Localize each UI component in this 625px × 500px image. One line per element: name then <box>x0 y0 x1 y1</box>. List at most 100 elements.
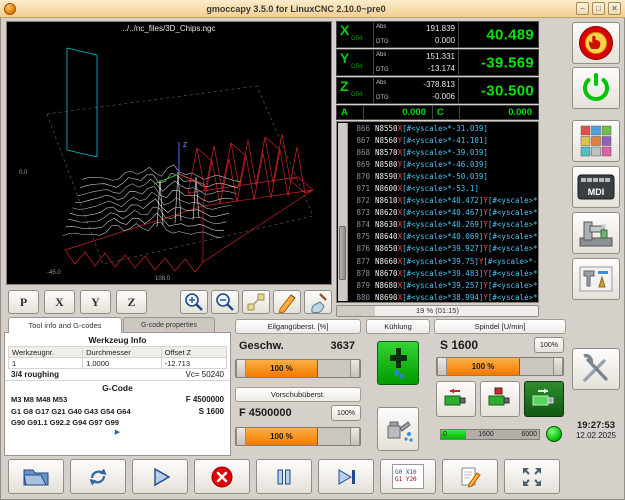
flood-coolant-button[interactable] <box>377 341 419 385</box>
spindle-stop-button[interactable] <box>480 381 520 417</box>
slider-decrease[interactable] <box>236 428 246 445</box>
view-y-button[interactable]: Y <box>80 290 111 314</box>
coolant-panel: Kühlung <box>366 317 430 457</box>
reload-file-button[interactable] <box>70 459 126 494</box>
dro-row-x[interactable]: X G54 Abs 191.839 DTG 0.000 40.489 <box>336 21 539 48</box>
tool-settings-button[interactable] <box>572 120 620 162</box>
gcode-list[interactable]: 866 N8550X[#<yscale>*-31.039] 867 N8560Y[#<… <box>336 121 539 303</box>
spindle-cw-button[interactable] <box>524 381 564 417</box>
gcode-line[interactable]: 872N8610X[#<yscale>*40.472]Y[#<yscale>*-… <box>350 195 537 207</box>
gcode-line[interactable]: 868 N8570X[#<yscale>*-39.039] <box>350 147 537 159</box>
tab-gcode-properties[interactable]: G-code properties <box>123 317 215 333</box>
pause-icon <box>277 469 291 484</box>
fullscreen-button[interactable] <box>504 459 560 494</box>
mdi-keyboard-icon: MDI <box>577 174 615 200</box>
gcode-line[interactable]: 878N8670X[#<yscale>*39.483]Y[#<yscale>*-… <box>350 268 537 280</box>
bar-max-label: 6000 <box>521 431 537 438</box>
run-program-button[interactable] <box>132 459 188 494</box>
gcode-progress: 19 % (01:15) <box>336 305 539 317</box>
dro-row-ac[interactable]: A 0.000 C 0.000 <box>336 105 539 120</box>
slider-increase[interactable] <box>350 360 360 377</box>
gcode-line[interactable]: 880N8690X[#<yscale>*38.994]Y[#<yscale>*-… <box>350 292 537 301</box>
estop-button[interactable] <box>572 22 620 64</box>
mdi-button[interactable]: MDI <box>572 166 620 208</box>
gcode-line[interactable]: 873N8620X[#<yscale>*40.467]Y[#<yscale>*-… <box>350 207 537 219</box>
view-z-button[interactable]: Z <box>116 290 147 314</box>
dro-row-z[interactable]: Z G54 Abs -378.813 DTG -0.006 -30.500 <box>336 77 539 104</box>
feed-override-slider[interactable]: 100 % <box>235 427 361 446</box>
minimize-button[interactable]: – <box>576 2 589 15</box>
spindle-cw-icon <box>532 388 554 406</box>
gcode-line[interactable]: 879N8680X[#<yscale>*39.257]Y[#<yscale>*-… <box>350 280 537 292</box>
folder-open-icon <box>23 469 49 485</box>
dro-row-y[interactable]: Y G54 Abs 151.331 DTG -13.174 -39.569 <box>336 49 539 76</box>
feed-override-reset-button[interactable]: 100% <box>331 405 361 421</box>
gcode-line[interactable]: 869 N8580Y[#<yscale>*-46.039] <box>350 159 537 171</box>
app-icon <box>4 2 16 15</box>
gcode-scrollbar[interactable] <box>338 123 348 301</box>
dtg-label: DTG <box>376 95 389 101</box>
slider-decrease[interactable] <box>437 358 447 375</box>
slider-decrease[interactable] <box>236 360 246 377</box>
axis-letter: C <box>433 106 459 119</box>
edit-program-button[interactable] <box>442 459 498 494</box>
work-boundary <box>46 85 314 265</box>
tool-info-title: Werkzeug Info <box>88 335 147 345</box>
spindle-panel: Spindel [U/min] S 1600 100% 100 % 0 1600… <box>434 317 566 457</box>
zoom-in-button[interactable] <box>180 290 208 314</box>
clock-date: 12.02.2025 <box>575 431 617 440</box>
close-button[interactable]: ✕ <box>608 2 621 15</box>
gcode-line[interactable]: 875N8640X[#<yscale>*40.069]Y[#<yscale>*-… <box>350 231 537 243</box>
active-mcodes: M3 M8 M48 M53 <box>11 395 68 404</box>
brush-icon <box>311 293 327 313</box>
clock-time: 19:27:53 <box>576 420 616 431</box>
gcode-line[interactable]: 874N8630X[#<yscale>*40.269]Y[#<yscale>*-… <box>350 219 537 231</box>
step-program-button[interactable] <box>318 459 374 494</box>
stop-program-button[interactable] <box>194 459 250 494</box>
slider-value: 100 % <box>447 358 521 375</box>
view-axis-buttons: PXYZ <box>8 290 147 314</box>
gcode-line[interactable]: 877N8660X[#<yscale>*39.75]Y[#<yscale>*-5… <box>350 256 537 268</box>
pause-program-button[interactable] <box>256 459 312 494</box>
rapid-override-slider[interactable]: 100 % <box>235 359 361 378</box>
maximize-button[interactable]: □ <box>592 2 605 15</box>
gcode-line[interactable]: 870 N8590X[#<yscale>*-50.039] <box>350 171 537 183</box>
settings-button[interactable] <box>572 348 620 390</box>
run-from-line-button[interactable]: G0 X10 G1 Y20 <box>380 459 436 494</box>
slider-increase[interactable] <box>350 428 360 445</box>
setup-button[interactable] <box>572 212 620 254</box>
slider-increase[interactable] <box>553 358 563 375</box>
machine-on-button[interactable] <box>572 67 620 109</box>
machine-icon <box>579 221 613 247</box>
gcode-line[interactable]: 867 N8560Y[#<yscale>*-41.101] <box>350 135 537 147</box>
view-p-button[interactable]: P <box>8 290 39 314</box>
tab-tool-info[interactable]: Tool info and G-codes <box>8 317 122 333</box>
abs-label: Abs <box>376 80 387 86</box>
gcode-line[interactable]: 871 N8600X[#<yscale>*-53.1] <box>350 183 537 195</box>
slider-value: 100 % <box>246 428 318 445</box>
edit-gcode-button[interactable] <box>273 290 301 314</box>
position-value: -39.569 <box>481 54 534 71</box>
show-dimensions-button[interactable] <box>242 290 270 314</box>
scroll-right-icon[interactable]: ▶ <box>5 429 230 437</box>
zoom-out-button[interactable] <box>211 290 239 314</box>
open-file-button[interactable] <box>8 459 64 494</box>
active-codes-row: G90 G91.1 G92.2 G94 G97 G99 <box>5 417 230 429</box>
velocity-label: Geschw. <box>239 340 284 352</box>
stop-icon <box>211 466 233 487</box>
gcode-preview[interactable]: Z 0.0 -45.0 108.0 ../../nc_files/3D_Chip… <box>6 21 332 285</box>
gcode-line[interactable]: 876N8650X[#<yscale>*39.927]Y[#<yscale>*-… <box>350 243 537 255</box>
preview-canvas: Z 0.0 -45.0 108.0 <box>19 47 314 282</box>
mist-coolant-button[interactable] <box>377 407 419 451</box>
col-header-diameter: Durchmesser <box>82 346 162 358</box>
tool-measure-button[interactable] <box>572 258 620 300</box>
spindle-override-slider[interactable]: 100 % <box>436 357 564 376</box>
spindle-ccw-button[interactable] <box>436 381 476 417</box>
spindle-override-reset-button[interactable]: 100% <box>534 337 564 353</box>
play-icon <box>154 467 171 486</box>
gcode-line[interactable]: 866 N8550X[#<yscale>*-31.039] <box>350 123 537 135</box>
clear-plot-button[interactable] <box>304 290 332 314</box>
scrollbar-thumb[interactable] <box>339 226 346 280</box>
view-x-button[interactable]: X <box>44 290 75 314</box>
feed-override-header: Vorschubüberst. <box>235 387 361 402</box>
